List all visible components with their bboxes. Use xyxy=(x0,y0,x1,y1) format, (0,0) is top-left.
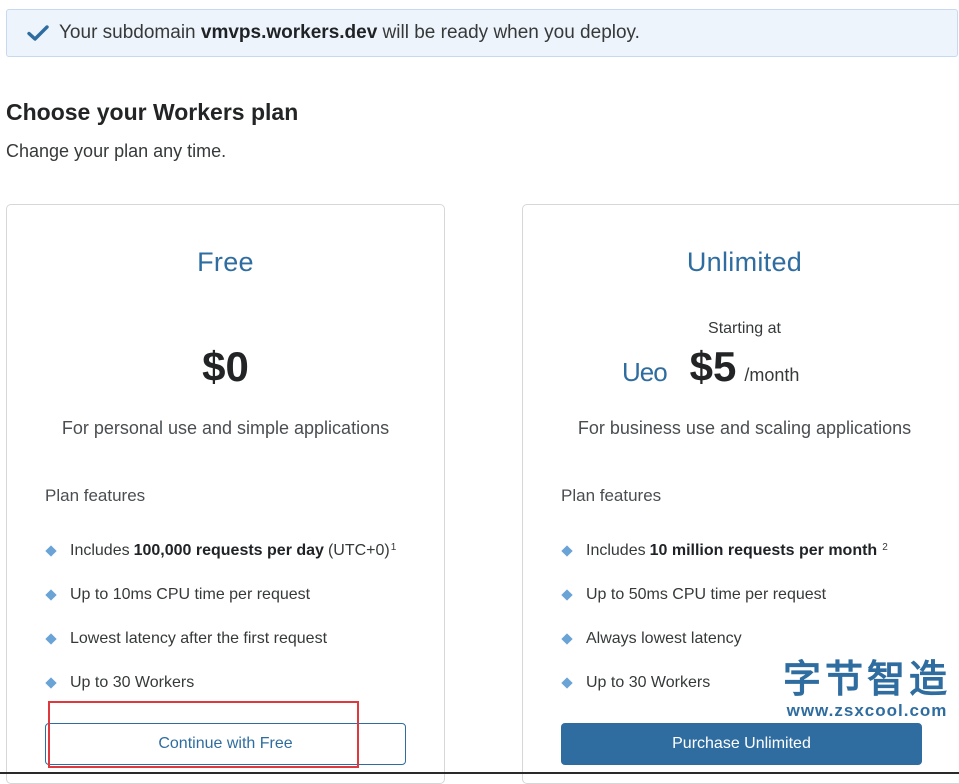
banner-text: Your subdomain vmvps.workers.dev will be… xyxy=(59,22,640,43)
diamond-bullet-icon xyxy=(561,633,573,645)
plan-name-unlimited: Unlimited xyxy=(686,247,803,277)
page-subtitle: Change your plan any time. xyxy=(6,141,227,161)
starting-at-label: Starting at xyxy=(708,320,781,337)
highlight-annotation-box xyxy=(48,701,359,768)
price-unlimited: $5 xyxy=(689,343,737,390)
watermark-url: www.zsxcool.com xyxy=(786,701,948,720)
plan-description-unlimited: For business use and scaling application… xyxy=(577,418,912,438)
feature-item: Up to 30 Workers xyxy=(45,661,396,705)
diamond-bullet-icon xyxy=(45,545,57,557)
features-list-free: Includes 100,000 requests per day (UTC+0) 1… xyxy=(45,529,396,705)
feature-item: Includes 100,000 requests per day (UTC+0) 1 xyxy=(45,529,396,573)
watermark-logo-text: 字节智造 xyxy=(783,657,952,701)
features-label-unlimited: Plan features xyxy=(561,486,662,505)
feature-item: Lowest latency after the first request xyxy=(45,617,396,661)
site-watermark: 字节智造 www.zsxcool.com xyxy=(783,648,951,721)
features-label-free: Plan features xyxy=(45,486,146,505)
page-title: Choose your Workers plan xyxy=(6,99,299,125)
diamond-bullet-icon xyxy=(45,589,57,601)
price-period: /month xyxy=(744,365,800,385)
plan-card-free: Free $0 For personal use and simple appl… xyxy=(6,204,445,784)
feature-item: Up to 50ms CPU time per request xyxy=(561,573,888,617)
diamond-bullet-icon xyxy=(561,545,573,557)
check-icon xyxy=(27,24,49,42)
plan-name-free: Free xyxy=(197,247,254,277)
diamond-bullet-icon xyxy=(561,589,573,601)
subdomain-ready-banner: Your subdomain vmvps.workers.dev will be… xyxy=(6,9,958,57)
price-free: $0 xyxy=(202,343,249,390)
feature-item: Up to 10ms CPU time per request xyxy=(45,573,396,617)
watermark-ghost-text: Ueo xyxy=(622,357,668,388)
plan-description-free: For personal use and simple applications xyxy=(61,418,390,438)
diamond-bullet-icon xyxy=(45,677,57,689)
purchase-unlimited-button[interactable]: Purchase Unlimited xyxy=(561,723,922,765)
feature-item: Includes 10 million requests per month 2 xyxy=(561,529,888,573)
diamond-bullet-icon xyxy=(45,633,57,645)
subdomain-name: vmvps.workers.dev xyxy=(200,22,378,43)
bottom-divider xyxy=(0,772,959,774)
diamond-bullet-icon xyxy=(561,677,573,689)
